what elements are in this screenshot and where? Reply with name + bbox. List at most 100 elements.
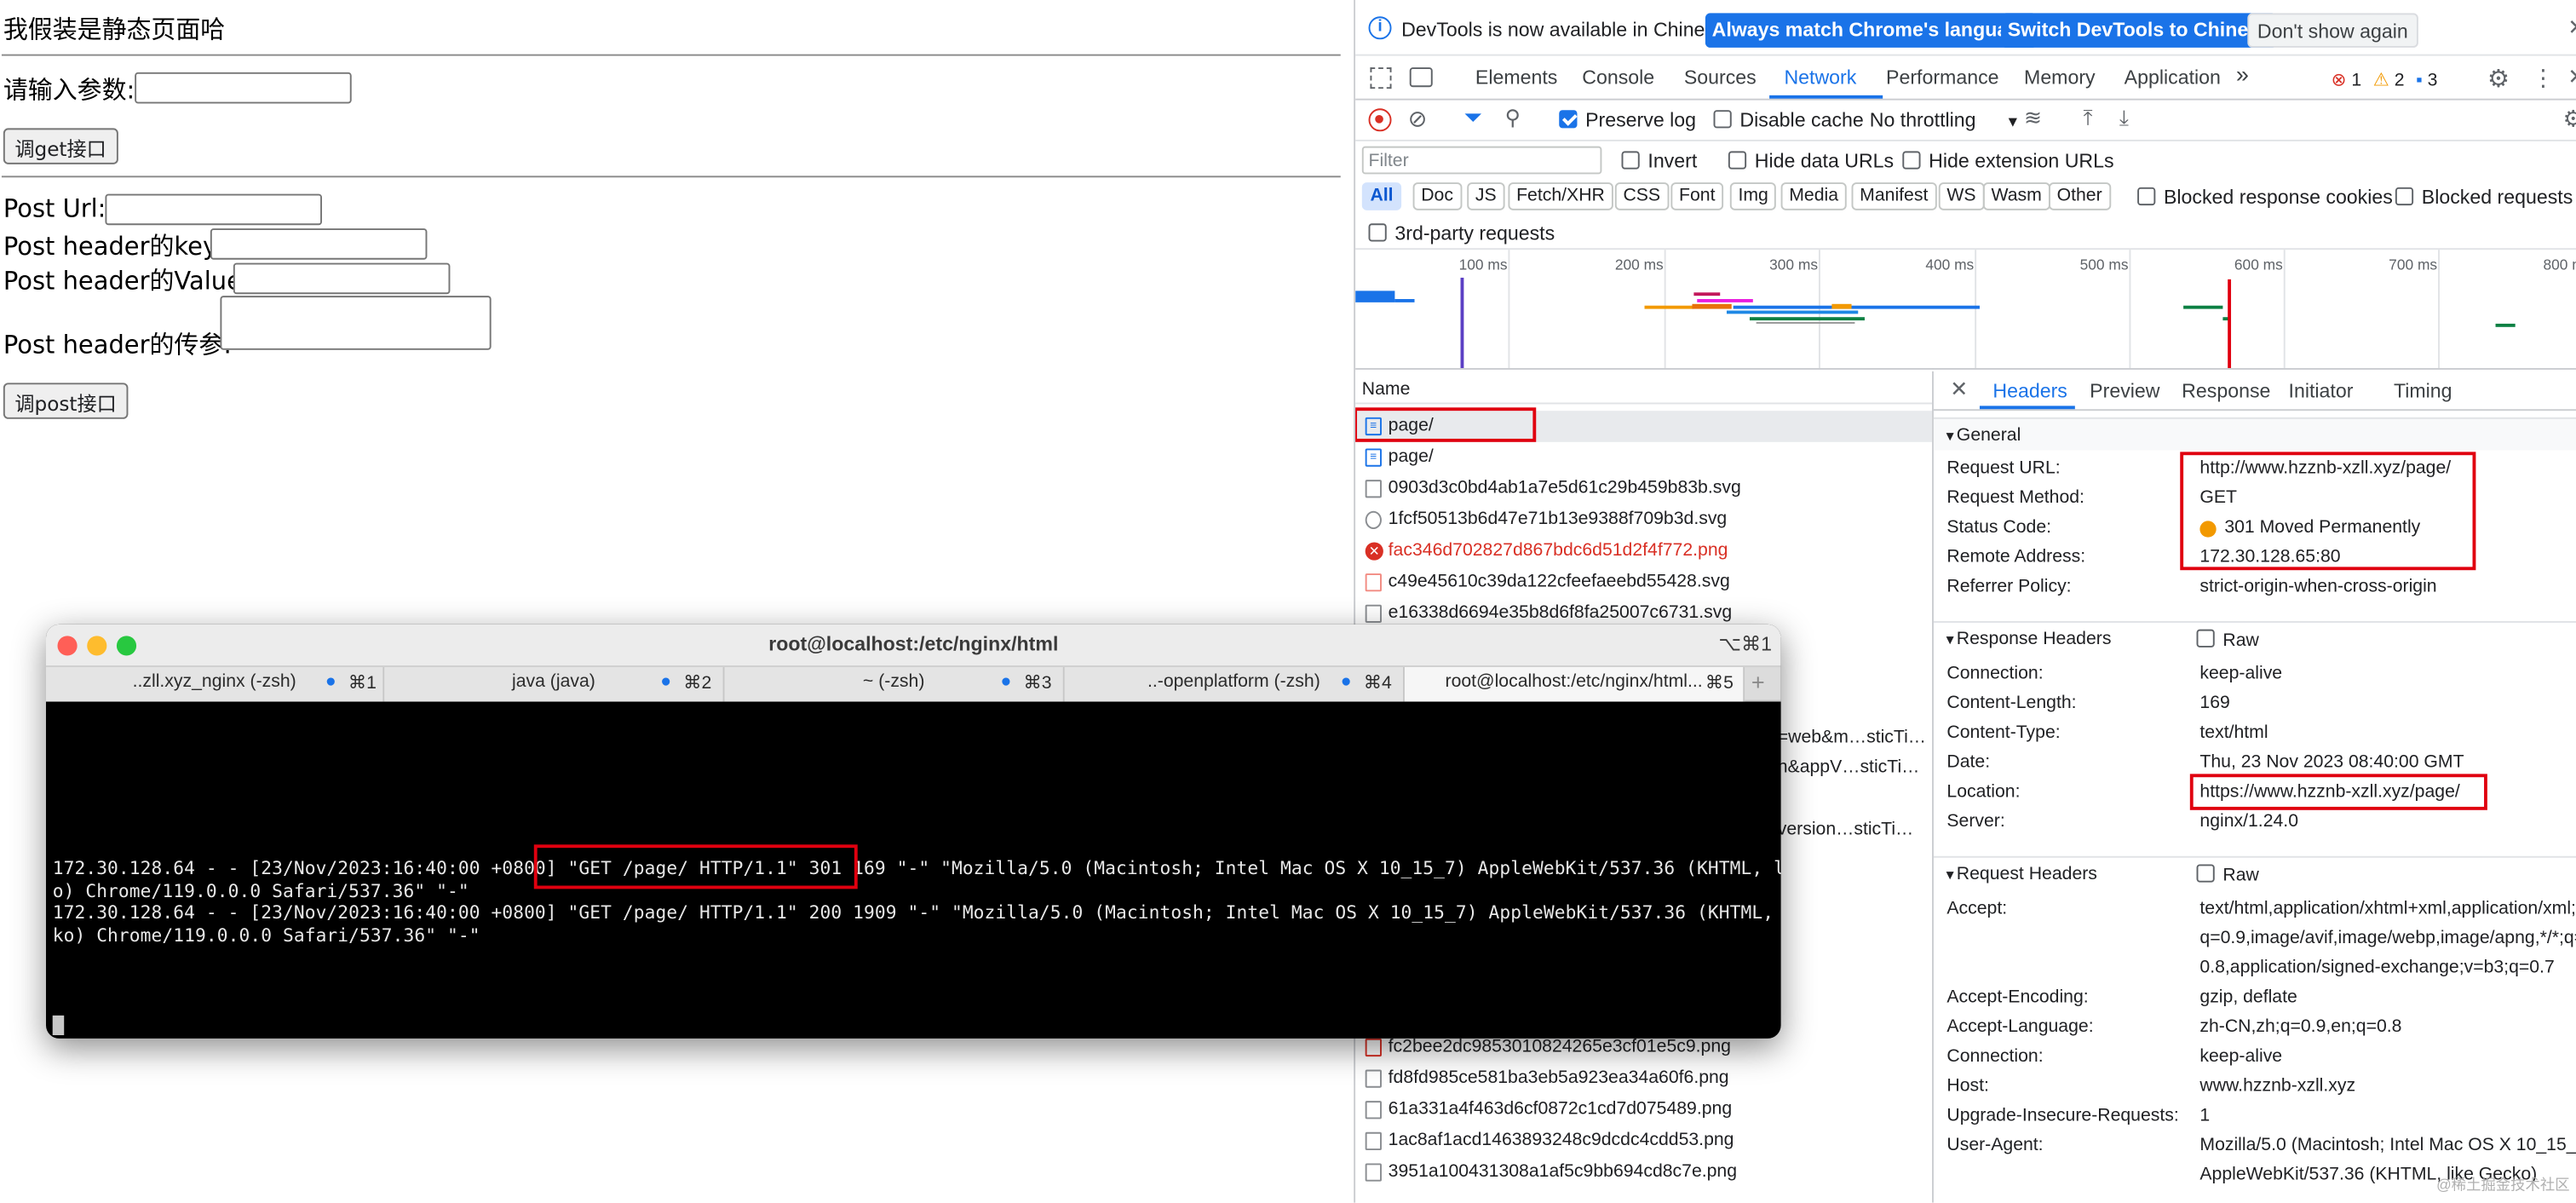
type-filter-other[interactable]: Other	[2048, 182, 2111, 210]
request-row[interactable]: c49e45610c39da122cfeefaeebd55428.svg	[1389, 572, 1730, 591]
preserve-log-checkbox[interactable]: Preserve log	[1559, 108, 1696, 131]
type-filter-all[interactable]: All	[1361, 182, 1402, 210]
network-conditions-icon[interactable]: ≋	[2024, 105, 2042, 131]
highlight-box	[2180, 452, 2476, 571]
device-toolbar-icon[interactable]	[1409, 67, 1433, 88]
search-icon[interactable]: ⚲	[1505, 105, 1521, 131]
param-input[interactable]	[135, 72, 352, 104]
hide-extension-urls-checkbox[interactable]: Hide extension URLs	[1902, 150, 2114, 173]
request-row-partial[interactable]: version…sticTi…	[1778, 820, 1914, 839]
page-title: 我假装是静态页面哈	[3, 14, 226, 45]
kebab-menu-icon[interactable]: ⋮	[2532, 64, 2555, 92]
inspect-element-icon[interactable]	[1370, 67, 1392, 89]
request-row[interactable]: page/	[1389, 447, 1434, 467]
post-api-button[interactable]: 调post接口	[3, 383, 129, 419]
request-row-partial[interactable]: n&appV…sticTi…	[1778, 757, 1920, 777]
close-icon[interactable]: ✕	[2567, 14, 2576, 41]
request-header-value: 1	[2199, 1105, 2211, 1126]
tab-network[interactable]: Network	[1784, 66, 1856, 89]
general-key: Status Code:	[1946, 517, 2052, 538]
export-har-icon[interactable]: ⤓	[2119, 105, 2129, 131]
match-language-button[interactable]: Always match Chrome's language	[1705, 13, 2038, 48]
gear-icon[interactable]: ⚙	[2487, 64, 2510, 94]
terminal-title: root@localhost:/etc/nginx/html	[768, 632, 1059, 656]
invert-checkbox[interactable]: Invert	[1621, 150, 1697, 173]
tab-memory[interactable]: Memory	[2024, 66, 2096, 89]
type-filter-media[interactable]: Media	[1780, 182, 1847, 210]
request-row-partial[interactable]: =web&m…sticTi…	[1778, 728, 1926, 747]
warning-icon: ⚠	[2372, 70, 2389, 91]
throttling-select[interactable]: No throttling ▼	[1870, 108, 2021, 131]
new-tab-icon[interactable]: +	[1751, 669, 1765, 695]
type-filter-img[interactable]: Img	[1729, 182, 1777, 210]
filter-input[interactable]: Filter	[1361, 146, 1602, 175]
error-count: 1	[2351, 70, 2362, 91]
terminal-tab[interactable]: ~ (-zsh) ● ⌘3	[724, 667, 1065, 702]
tab-application[interactable]: Application	[2125, 66, 2221, 89]
post-url-input[interactable]	[105, 193, 323, 226]
type-filter-doc[interactable]: Doc	[1412, 182, 1462, 210]
name-column-header[interactable]: Name	[1355, 371, 1933, 405]
type-filter-css[interactable]: CSS	[1614, 182, 1669, 210]
tab-sources[interactable]: Sources	[1684, 66, 1757, 89]
blocked-requests-checkbox[interactable]: Blocked requests	[2395, 186, 2573, 209]
request-header-key: Host:	[1946, 1076, 1989, 1097]
language-banner: i DevTools is now available in Chinese! …	[1355, 0, 2576, 56]
record-icon[interactable]	[1368, 108, 1392, 132]
post-body-textarea[interactable]	[220, 296, 492, 350]
request-row[interactable]: 1ac8af1acd1463893248c9dcdc4cdd53.png	[1389, 1131, 1734, 1150]
general-section-header[interactable]: ▼General	[1933, 417, 2576, 451]
switch-chinese-button[interactable]: Switch DevTools to Chinese	[2001, 13, 2277, 48]
tab-preview[interactable]: Preview	[2090, 380, 2159, 403]
post-key-input[interactable]	[210, 228, 428, 260]
response-headers-section-header[interactable]: ▼Response Headers Raw	[1933, 621, 2576, 654]
request-row[interactable]: e16338d6694e35b8d6f8fa25007c6731.svg	[1389, 603, 1732, 623]
terminal-tab[interactable]: java (java) ● ⌘2	[384, 667, 725, 702]
tab-performance[interactable]: Performance	[1886, 66, 1999, 89]
request-row[interactable]: 61a331a4f463d6cf0872c1cd7d075489.png	[1389, 1099, 1732, 1119]
type-filter-wasm[interactable]: Wasm	[1982, 182, 2050, 210]
type-filter-ws[interactable]: WS	[1938, 182, 1985, 210]
type-filter-font[interactable]: Font	[1670, 182, 1724, 210]
terminal-tab[interactable]: ..-openplatform (-zsh) ● ⌘4	[1064, 667, 1405, 702]
terminal-tab-active[interactable]: root@localhost:/etc/nginx/html... ⌘5	[1404, 667, 1745, 702]
post-value-input[interactable]	[233, 262, 451, 295]
tab-headers[interactable]: Headers	[1992, 380, 2067, 403]
more-tabs-icon[interactable]: »	[2236, 60, 2249, 87]
get-api-button[interactable]: 调get接口	[3, 128, 118, 164]
hide-data-urls-checkbox[interactable]: Hide data URLs	[1728, 150, 1894, 173]
error-icon: ⊗	[2331, 70, 2347, 91]
import-har-icon[interactable]: ⤒	[2083, 105, 2092, 131]
network-settings-icon[interactable]: ⚙	[2563, 105, 2576, 133]
request-row-failed[interactable]: fac346d702827d867bdc6d51d2f4f772.png	[1389, 541, 1728, 561]
close-devtools-icon[interactable]: ✕	[2567, 64, 2576, 90]
tab-elements[interactable]: Elements	[1475, 66, 1557, 89]
type-filter-manifest[interactable]: Manifest	[1851, 182, 1937, 210]
filter-icon[interactable]: ⏷	[1463, 104, 1482, 132]
clear-icon[interactable]: ⊘	[1408, 105, 1428, 133]
tab-initiator[interactable]: Initiator	[2289, 380, 2354, 403]
request-row[interactable]: 0903d3c0bd4ab1a7e5d61c29b459b83b.svg	[1389, 478, 1741, 498]
type-filter-js[interactable]: JS	[1467, 182, 1505, 210]
terminal-shortcut: ⌥⌘1	[1718, 632, 1773, 656]
type-filter-fetch[interactable]: Fetch/XHR	[1508, 182, 1613, 210]
response-header-value: text/html	[2199, 722, 2268, 743]
close-detail-icon[interactable]: ✕	[1950, 377, 1968, 403]
disable-cache-checkbox[interactable]: Disable cache	[1713, 108, 1864, 131]
tab-response[interactable]: Response	[2182, 380, 2270, 403]
terminal-tab[interactable]: ..zll.xyz_nginx (-zsh) ● ⌘1	[46, 667, 385, 702]
request-row[interactable]: fd8fd985ce581ba3eb5a923ea34a60f6.png	[1389, 1068, 1729, 1088]
request-row[interactable]: page/	[1389, 416, 1434, 435]
request-row[interactable]: 1fcf50513b6d47e71b13e9388f709b3d.svg	[1389, 509, 1728, 529]
third-party-checkbox[interactable]: 3rd-party requests	[1368, 222, 1555, 245]
tab-timing[interactable]: Timing	[2394, 380, 2452, 403]
request-headers-section-header[interactable]: ▼Request Headers Raw	[1933, 855, 2576, 889]
request-row[interactable]: fc2bee2dc9853010824265e3cf01e5c9.png	[1389, 1037, 1731, 1056]
raw-checkbox-label: Raw	[2222, 866, 2259, 886]
warning-count: 2	[2394, 70, 2405, 91]
tab-console[interactable]: Console	[1582, 66, 1654, 89]
dont-show-again-button[interactable]: Don't show again	[2247, 13, 2418, 48]
blocked-cookies-checkbox[interactable]: Blocked response cookies	[2137, 186, 2393, 209]
request-row[interactable]: 3951a100431308a1af5c9bb694cd8c7e.png	[1389, 1162, 1737, 1182]
issue-counters[interactable]: ⊗ 1 ⚠ 2 ▪ 3	[2332, 69, 2438, 90]
